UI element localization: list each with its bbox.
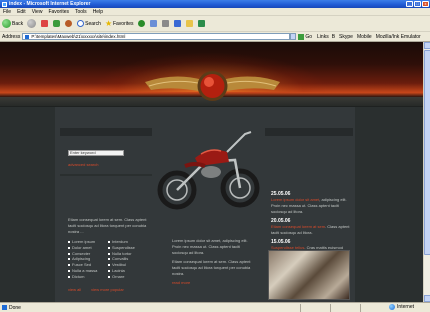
address-input[interactable]: P:\templates\Maxweb\21\xxxxxx\site\index… — [22, 33, 291, 40]
go-label: Go — [305, 33, 313, 40]
left-link-list: Lorem ipsum Dolor amet Consecter Adipisc… — [68, 239, 106, 280]
news-link[interactable]: Etiam consequat lorem at sem — [271, 224, 325, 229]
forward-arrow-icon — [27, 19, 37, 28]
news-item: Etiam consequat lorem at sem. Class apte… — [271, 224, 350, 235]
address-dropdown-button[interactable] — [290, 33, 297, 40]
toolbar-link-4[interactable]: Mozilla/Ink Emulator — [376, 34, 421, 40]
status-bar: Done Internet — [0, 302, 430, 312]
intro-text: Etiam consequat lorem at sem. Class apte… — [68, 217, 147, 234]
menu-help[interactable]: Help — [93, 9, 103, 15]
toolbar-link-1[interactable]: B — [332, 34, 335, 40]
scroll-thumb[interactable] — [424, 50, 430, 255]
toolbar-link-3[interactable]: Mobile — [357, 34, 372, 40]
search-label: Search — [85, 20, 101, 27]
maximize-button[interactable]: □ — [414, 1, 421, 7]
zone-label: Internet — [397, 304, 414, 310]
winged-emblem-logo[interactable] — [145, 68, 280, 108]
forward-button[interactable] — [27, 19, 37, 28]
address-url: P:\templates\Maxweb\21\xxxxxx\site\index… — [31, 34, 126, 39]
mail-icon — [149, 20, 157, 27]
mail-button[interactable] — [149, 20, 158, 27]
star-icon: ★ — [104, 19, 113, 28]
menu-tools[interactable]: Tools — [75, 9, 87, 15]
globe-icon — [389, 304, 396, 310]
scroll-up-button[interactable] — [424, 42, 430, 49]
search-input[interactable]: Enter keyword — [68, 150, 124, 156]
window-controls: _ □ x — [406, 1, 429, 7]
page-icon — [25, 34, 30, 39]
menu-bar: File Edit View Favorites Tools Help — [0, 8, 430, 24]
vertical-scrollbar[interactable] — [423, 42, 430, 302]
read-more-link[interactable]: read more — [172, 280, 254, 285]
center-text: Lorem ipsum dolor sit amet, adipiscing e… — [172, 238, 248, 255]
page-viewport: Etiam consequat lorem at sem. Class apte… — [0, 42, 423, 302]
toolbar-link-2[interactable]: Skype — [339, 34, 353, 40]
left-panel-header — [60, 128, 152, 136]
go-arrow-icon — [298, 33, 305, 40]
menu-favorites[interactable]: Favorites — [48, 9, 69, 15]
news-link[interactable]: Lorem ipsum dolor sit amet — [271, 197, 319, 202]
advanced-search-link[interactable]: advanced search — [68, 162, 98, 167]
motorcycle-image — [157, 131, 260, 210]
close-button[interactable]: x — [422, 1, 429, 7]
history-button[interactable] — [137, 20, 146, 27]
back-arrow-icon — [2, 19, 11, 28]
toolbar: Back Search ★ Favorites — [0, 16, 430, 32]
edit-icon — [173, 20, 181, 27]
status-divider — [330, 304, 331, 312]
right-panel-header — [265, 128, 353, 136]
left-column-intro: Etiam consequat lorem at sem. Class apte… — [68, 217, 153, 235]
messenger-icon — [197, 20, 205, 27]
home-icon — [65, 20, 73, 27]
list-item[interactable]: Ornare — [108, 274, 148, 280]
history-icon — [137, 20, 145, 27]
status-divider — [300, 304, 301, 312]
stop-icon — [41, 20, 49, 27]
search-button[interactable]: Search — [77, 20, 101, 27]
left-more-links: view all view more popular — [68, 287, 153, 292]
favorites-button[interactable]: ★ Favorites — [104, 19, 134, 28]
view-popular-link[interactable]: view more popular — [91, 287, 124, 292]
back-button[interactable]: Back — [2, 19, 23, 28]
left-divider — [60, 174, 152, 176]
home-button[interactable] — [65, 20, 73, 27]
menu-edit[interactable]: Edit — [17, 9, 26, 15]
messenger-button[interactable] — [197, 20, 206, 27]
refresh-icon — [53, 20, 61, 27]
go-button[interactable]: Go — [298, 33, 313, 40]
list-item[interactable]: Dictum — [68, 274, 106, 280]
center-column: Lorem ipsum dolor sit amet, adipiscing e… — [172, 238, 254, 285]
view-all-link[interactable]: view all — [68, 287, 81, 292]
scroll-down-button[interactable] — [424, 295, 430, 302]
status-text: Done — [9, 304, 21, 311]
status-divider — [360, 304, 361, 312]
title-bar: index - Microsoft Internet Explorer _ □ … — [0, 0, 430, 8]
news-item: Lorem ipsum dolor sit amet, adipiscing e… — [271, 197, 347, 214]
favorites-label: Favorites — [112, 20, 134, 27]
page-status-icon — [2, 305, 7, 310]
window-title: index - Microsoft Internet Explorer — [9, 1, 91, 7]
menu-view[interactable]: View — [32, 9, 43, 15]
folder-icon — [185, 20, 193, 27]
print-icon — [161, 20, 169, 27]
address-bar: Address P:\templates\Maxweb\21\xxxxxx\si… — [0, 32, 430, 42]
menu-file[interactable]: File — [3, 9, 11, 15]
minimize-button[interactable]: _ — [406, 1, 413, 7]
edit-button[interactable] — [173, 20, 182, 27]
print-button[interactable] — [161, 20, 170, 27]
address-label: Address — [2, 33, 21, 40]
stop-button[interactable] — [41, 20, 49, 27]
security-zone: Internet — [389, 304, 414, 310]
back-label: Back — [12, 20, 24, 27]
right-link-list: Interdum Suspendisse Nulla tortor Conval… — [108, 239, 148, 280]
gun-photo-image — [268, 250, 350, 300]
ie-icon — [2, 1, 7, 7]
folder-button[interactable] — [185, 20, 194, 27]
search-icon — [77, 20, 85, 27]
refresh-button[interactable] — [53, 20, 61, 27]
center-text-2: Etiam consequat lorem at sem. Class apte… — [172, 259, 251, 276]
links-button[interactable]: Links — [317, 34, 329, 40]
